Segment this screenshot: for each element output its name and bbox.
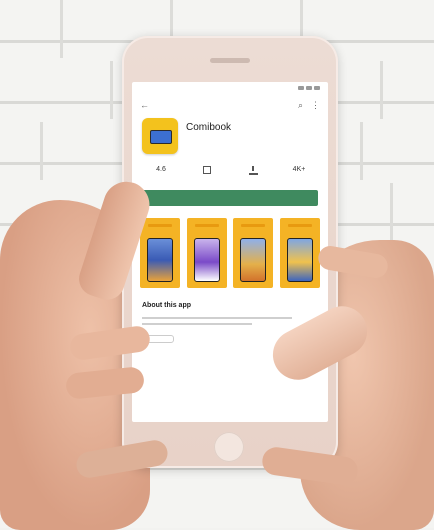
app-screenshot[interactable]: [279, 218, 320, 288]
brick-joint: [360, 122, 363, 180]
stat-content-rating: [185, 166, 229, 178]
app-screenshot[interactable]: [233, 218, 274, 288]
brick-joint: [40, 122, 43, 180]
status-bar: [132, 82, 328, 96]
phone-speaker: [210, 58, 250, 63]
stat-downloads: 4K+: [277, 166, 321, 178]
download-size-icon: [248, 166, 258, 176]
app-header: Comibook: [132, 114, 328, 154]
about-description-line: [142, 323, 252, 325]
status-icons: [296, 86, 320, 92]
app-stats: 4.6 4K+: [132, 154, 328, 178]
app-meta: Comibook: [186, 118, 231, 154]
about-title: About this app: [142, 302, 191, 309]
downloads-value: 4K+: [292, 166, 306, 173]
app-screenshot[interactable]: [186, 218, 227, 288]
search-icon[interactable]: ⌕: [298, 100, 303, 110]
brick-joint: [390, 183, 393, 241]
back-arrow-icon[interactable]: ←: [140, 100, 149, 110]
app-name: Comibook: [186, 122, 232, 133]
app-screenshot[interactable]: [140, 218, 180, 288]
content-rating-icon: [203, 166, 211, 176]
more-vert-icon[interactable]: ⋮: [311, 100, 320, 110]
screenshot-carousel[interactable]: [132, 206, 328, 288]
brick-joint: [380, 61, 383, 119]
brick-joint: [110, 61, 113, 119]
rating-value: 4.6: [156, 166, 166, 173]
about-description-line: [142, 317, 292, 319]
app-bar: ← ⌕ ⋮: [132, 96, 328, 114]
comic-book-icon: [142, 118, 178, 154]
home-button[interactable]: [214, 432, 244, 462]
book-glyph: [150, 130, 172, 144]
smartphone: ← ⌕ ⋮ Comibook 4.6 4K+ About this app: [122, 36, 338, 468]
install-button[interactable]: [142, 190, 318, 206]
stat-size: [231, 166, 275, 178]
stat-rating: 4.6: [139, 166, 183, 178]
brick-joint: [60, 0, 63, 58]
